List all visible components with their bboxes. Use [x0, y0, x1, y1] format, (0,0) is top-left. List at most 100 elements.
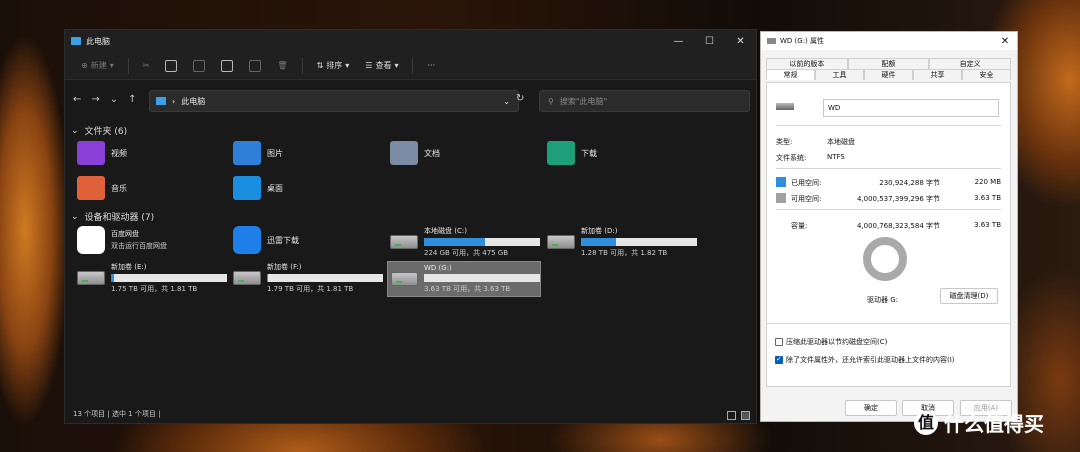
sort-button[interactable]: ⇅ 排序 ▾	[311, 55, 356, 77]
up-arrow-icon[interactable]: ↑	[128, 94, 136, 105]
back-arrow-icon[interactable]: ←	[73, 94, 81, 105]
paste-button[interactable]	[187, 55, 211, 77]
tab-quota[interactable]: 配额	[847, 58, 930, 69]
tab-general[interactable]: 常规	[766, 69, 815, 80]
drive-g-selected[interactable]: WD (G:) 3.63 TB 可用，共 3.63 TB	[387, 261, 541, 297]
usage-bar	[111, 274, 227, 282]
usage-bar	[267, 274, 383, 282]
compress-checkbox[interactable]: 压缩此驱动器以节约磁盘空间(C)	[775, 337, 887, 347]
close-icon[interactable]: ✕	[993, 36, 1017, 47]
watermark-text: 什么值得买	[944, 412, 1044, 436]
paste-icon	[193, 59, 206, 72]
folder-videos[interactable]: 视频	[77, 141, 127, 165]
folder-documents[interactable]: 文档	[390, 141, 440, 165]
hard-drive-icon	[233, 271, 261, 285]
tab-previous-versions[interactable]: 以前的版本	[766, 58, 848, 69]
view-icon: ☰	[365, 61, 373, 70]
dialog-tabs: 以前的版本 配额 自定义 常规 工具 硬件 共享 安全	[766, 58, 1012, 80]
details-view-icon[interactable]	[727, 411, 736, 420]
status-bar: 13 个项目 | 选中 1 个项目 |	[73, 410, 161, 418]
usage-donut-chart	[863, 237, 907, 281]
chevron-down-icon[interactable]: ⌄	[503, 97, 510, 106]
hard-drive-icon	[547, 235, 575, 249]
computer-icon	[156, 97, 166, 105]
free-space-label: 可用空间:	[791, 195, 822, 203]
search-input[interactable]: ⚲ 搜索"此电脑"	[539, 90, 750, 112]
rename-button[interactable]	[215, 55, 239, 77]
maximize-button[interactable]: ☐	[694, 36, 725, 47]
search-placeholder: 搜索"此电脑"	[559, 96, 608, 106]
free-space-size: 3.63 TB	[974, 194, 1001, 202]
command-bar: ⊕ 新建 ▾ ✂ 🗑 ⇅ 排序 ▾ ☰ 查看 ▾ ···	[65, 52, 756, 80]
share-button[interactable]	[243, 55, 267, 77]
dialog-title: WD (G:) 属性	[780, 37, 825, 45]
breadcrumb[interactable]: 此电脑	[181, 96, 205, 107]
index-checkbox[interactable]: 除了文件属性外，还允许索引此驱动器上文件的内容(I)	[775, 355, 955, 365]
drive-d[interactable]: 新加卷 (D:) 1.28 TB 可用，共 1.82 TB	[547, 226, 697, 258]
file-explorer-window: 此电脑 — ☐ ✕ ⊕ 新建 ▾ ✂ 🗑 ⇅ 排序 ▾ ☰ 查看 ▾ ··· ← → ⌄ ↑…	[64, 29, 757, 424]
computer-icon	[71, 37, 81, 45]
pictures-folder-icon	[233, 141, 261, 165]
usage-bar	[424, 274, 540, 282]
capacity-label: 容量:	[791, 222, 808, 230]
watermark-logo-icon: 值	[914, 410, 938, 435]
tab-security[interactable]: 安全	[962, 69, 1011, 80]
drive-c[interactable]: 本地磁盘 (C:) 224 GB 可用，共 475 GB	[390, 226, 540, 258]
view-button[interactable]: ☰ 查看 ▾	[359, 55, 404, 77]
tab-sharing[interactable]: 共享	[913, 69, 962, 80]
address-bar[interactable]: › 此电脑 ⌄	[149, 90, 519, 112]
drive-e[interactable]: 新加卷 (E:) 1.75 TB 可用，共 1.81 TB	[77, 262, 227, 294]
new-button[interactable]: ⊕ 新建 ▾	[75, 55, 120, 77]
share-icon	[249, 59, 262, 72]
hard-drive-icon	[391, 272, 418, 286]
chevron-down-icon[interactable]: ⌄	[110, 94, 118, 105]
rename-icon	[221, 59, 234, 72]
close-button[interactable]: ✕	[725, 36, 756, 47]
folder-music[interactable]: 音乐	[77, 176, 127, 200]
folders-section-header[interactable]: ⌄ 文件夹 (6)	[71, 124, 127, 138]
devices-section-header[interactable]: ⌄ 设备和驱动器 (7)	[71, 210, 154, 224]
copy-button[interactable]	[159, 55, 183, 77]
forward-arrow-icon[interactable]: →	[91, 94, 99, 105]
type-value: 本地磁盘	[827, 138, 855, 146]
dialog-titlebar: WD (G:) 属性 ✕	[761, 32, 1017, 50]
tab-customize[interactable]: 自定义	[929, 58, 1012, 69]
tiles-view-icon[interactable]	[741, 411, 750, 420]
capacity-bytes: 4,000,768,323,584 字节	[856, 222, 940, 230]
trash-icon: 🗑	[277, 61, 288, 70]
type-label: 类型:	[776, 138, 793, 146]
minimize-button[interactable]: —	[663, 36, 694, 47]
folder-desktop[interactable]: 桌面	[233, 176, 283, 200]
desktop-folder-icon	[233, 176, 261, 200]
drive-f[interactable]: 新加卷 (F:) 1.79 TB 可用，共 1.81 TB	[233, 262, 383, 294]
volume-label-input[interactable]: WD	[823, 99, 999, 117]
explorer-titlebar: 此电脑 — ☐ ✕	[65, 30, 756, 52]
downloads-folder-icon	[547, 141, 575, 165]
folder-downloads[interactable]: 下载	[547, 141, 597, 165]
free-space-bytes: 4,000,537,399,296 字节	[856, 195, 940, 203]
checkbox-checked[interactable]	[775, 355, 783, 364]
used-space-swatch	[776, 177, 786, 187]
free-space-swatch	[776, 193, 786, 203]
xunlei-download[interactable]: 迅雷下载	[233, 226, 299, 254]
watermark: 值 什么值得买	[914, 408, 1044, 437]
tab-hardware[interactable]: 硬件	[864, 69, 913, 80]
search-icon: ⚲	[548, 96, 554, 106]
cut-button[interactable]: ✂	[137, 55, 156, 77]
windows-drive-icon	[390, 235, 418, 249]
drive-icon	[767, 38, 776, 44]
refresh-icon[interactable]: ↻	[516, 93, 524, 104]
used-space-label: 已用空间:	[791, 179, 822, 187]
documents-folder-icon	[390, 141, 418, 165]
disk-cleanup-button[interactable]: 磁盘清理(D)	[940, 288, 998, 304]
more-button[interactable]: ···	[421, 55, 441, 77]
drive-icon	[776, 103, 794, 110]
ok-button[interactable]: 确定	[845, 400, 897, 416]
delete-button[interactable]: 🗑	[271, 55, 293, 77]
xunlei-bird-icon	[233, 226, 261, 254]
checkbox-unchecked[interactable]	[775, 338, 783, 346]
tab-tools[interactable]: 工具	[815, 69, 864, 80]
chevron-down-icon: ⌄	[71, 125, 79, 136]
folder-pictures[interactable]: 图片	[233, 141, 283, 165]
baidu-netdisk[interactable]: 百度网盘 双击运行百度网盘	[77, 226, 167, 254]
